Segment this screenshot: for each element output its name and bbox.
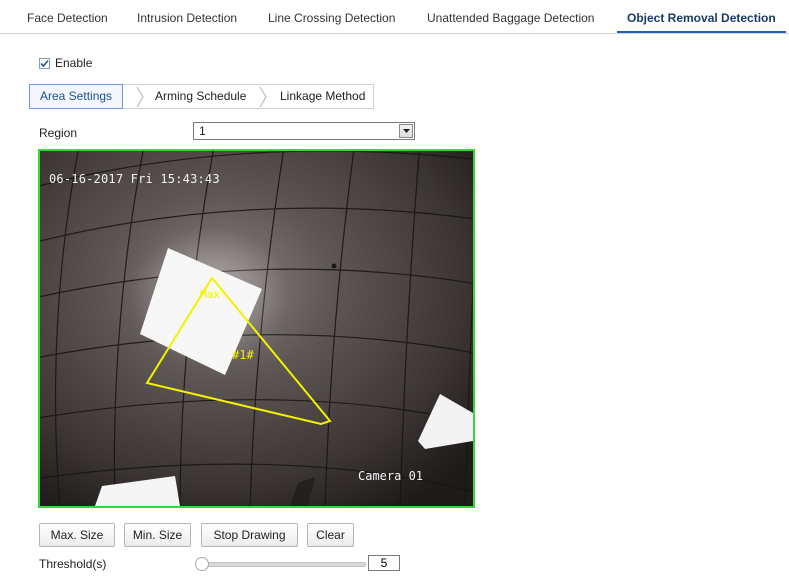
chevron-right-icon bbox=[136, 86, 144, 108]
enable-label: Enable bbox=[55, 56, 93, 70]
threshold-input[interactable] bbox=[368, 555, 400, 571]
tab-face-detection[interactable]: Face Detection bbox=[27, 0, 108, 33]
dropdown-arrow-icon[interactable] bbox=[399, 124, 413, 138]
checkmark-icon bbox=[40, 59, 49, 67]
tab-arming-schedule[interactable]: Arming Schedule bbox=[155, 85, 246, 108]
tab-intrusion-detection[interactable]: Intrusion Detection bbox=[137, 0, 237, 33]
stop-drawing-button[interactable]: Stop Drawing bbox=[201, 523, 298, 547]
threshold-label: Threshold(s) bbox=[39, 557, 107, 571]
tab-line-crossing-detection[interactable]: Line Crossing Detection bbox=[268, 0, 395, 33]
tab-object-removal-detection[interactable]: Object Removal Detection bbox=[617, 0, 786, 33]
settings-step-tabs: Area Settings Arming Schedule Linkage Me… bbox=[29, 84, 374, 109]
region-number-label: #1# bbox=[232, 348, 254, 362]
region-selected-value: 1 bbox=[199, 124, 206, 138]
osd-camera-name: Camera 01 bbox=[358, 469, 424, 483]
region-select[interactable]: 1 bbox=[193, 122, 415, 140]
tab-area-settings[interactable]: Area Settings bbox=[29, 84, 124, 109]
enable-checkbox[interactable] bbox=[39, 57, 50, 69]
threshold-slider-handle[interactable] bbox=[195, 557, 209, 571]
chevron-right-icon bbox=[259, 86, 267, 108]
clear-button[interactable]: Clear bbox=[307, 523, 354, 547]
threshold-slider[interactable] bbox=[199, 562, 366, 567]
min-size-button[interactable]: Min. Size bbox=[124, 523, 191, 547]
detection-tab-bar: Face Detection Intrusion Detection Line … bbox=[0, 0, 789, 34]
max-size-button[interactable]: Max. Size bbox=[39, 523, 115, 547]
live-video-preview[interactable]: 06-16-2017 Fri 15:43:43 Camera 01 Max #1… bbox=[38, 149, 475, 508]
tab-unattended-baggage-detection[interactable]: Unattended Baggage Detection bbox=[427, 0, 594, 33]
enable-row: Enable bbox=[39, 55, 92, 71]
camera-scene bbox=[40, 151, 473, 506]
osd-timestamp: 06-16-2017 Fri 15:43:43 bbox=[49, 172, 220, 186]
region-max-label: Max bbox=[200, 288, 220, 301]
region-label: Region bbox=[39, 126, 78, 140]
tab-linkage-method[interactable]: Linkage Method bbox=[280, 85, 365, 108]
